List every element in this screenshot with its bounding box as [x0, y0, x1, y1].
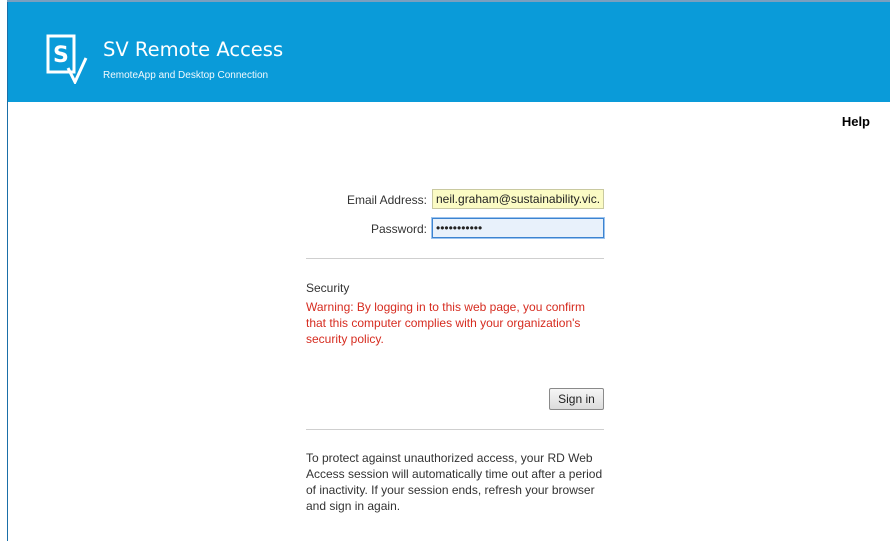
svg-text:S: S	[53, 43, 69, 68]
sv-logo-icon: S	[46, 34, 88, 84]
email-label: Email Address:	[346, 193, 427, 207]
divider-bottom	[306, 429, 604, 430]
password-label: Password:	[370, 222, 427, 236]
app-header: S SV Remote Access RemoteApp and Desktop…	[8, 2, 890, 102]
timeout-notice: To protect against unauthorized access, …	[306, 451, 603, 513]
email-field[interactable]	[432, 189, 604, 209]
app-subtitle: RemoteApp and Desktop Connection	[103, 70, 269, 81]
sign-in-button[interactable]: Sign in	[549, 388, 604, 410]
security-warning: Warning: By logging in to this web page,…	[306, 300, 586, 346]
app-title: SV Remote Access	[103, 38, 284, 61]
password-field[interactable]	[432, 218, 604, 238]
divider-top	[306, 258, 604, 259]
help-link[interactable]: Help	[842, 114, 870, 129]
security-heading: Security	[306, 281, 350, 295]
